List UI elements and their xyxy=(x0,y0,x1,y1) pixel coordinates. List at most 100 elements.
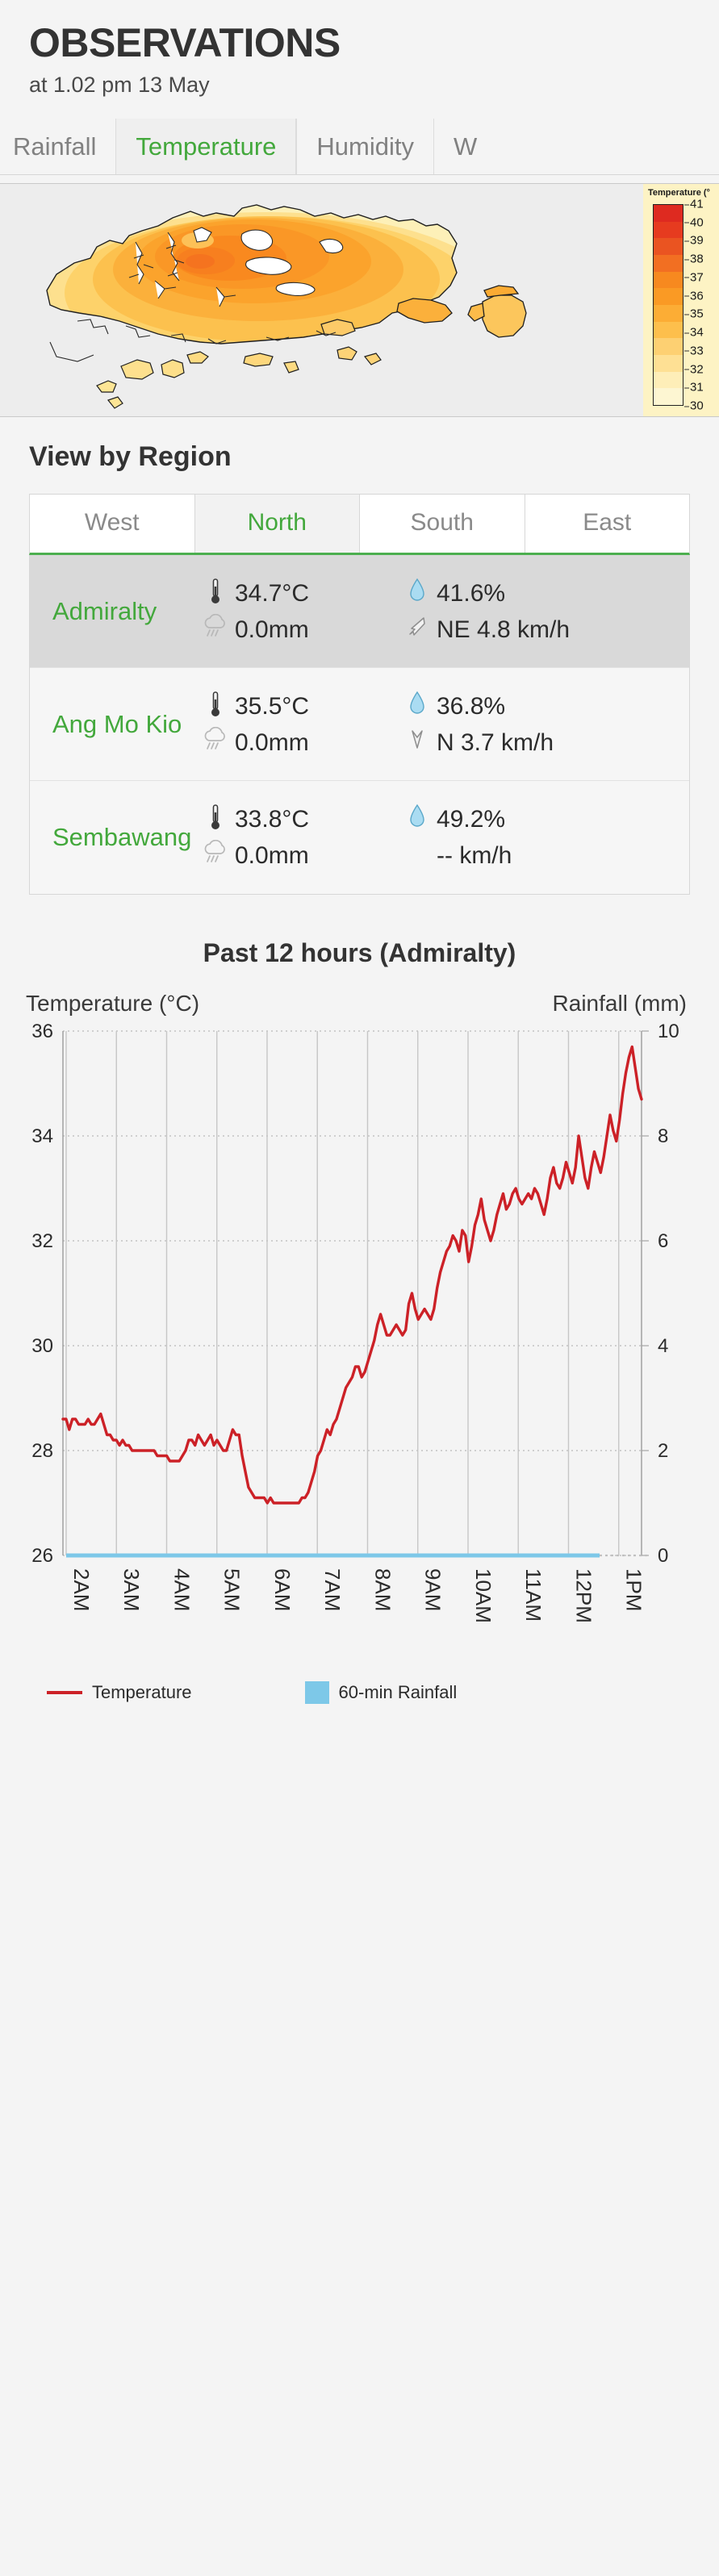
right-axis-caption: Rainfall (mm) xyxy=(552,991,687,1016)
chart-svg: 26 28 30 32 34 36 0 2 4 6 8 10 2AM 3AM 4AM 5AM 6AM 7AM 8AM… xyxy=(8,1021,711,1660)
humidity-value: 36.8% xyxy=(437,692,506,720)
legend-tick-labels: 41 40 39 38 37 36 35 34 33 32 31 30 xyxy=(684,198,719,413)
legend-item-temperature[interactable]: Temperature xyxy=(47,1682,192,1703)
rainfall-value: 0.0mm xyxy=(235,842,309,869)
rainfall-bar-swatch xyxy=(304,1681,329,1704)
temperature-map-panel[interactable]: Temperature (° 41 40 39 38 37 36 35 34 33 32 31 30 xyxy=(0,183,719,417)
region-tab-north[interactable]: North xyxy=(194,495,359,553)
temperature-rainfall-column: 33.8°C 0.0mm xyxy=(199,804,401,870)
wind-metric: NE 4.8 km/h xyxy=(401,614,603,645)
svg-text:3AM: 3AM xyxy=(119,1568,144,1611)
wind-metric: -- km/h xyxy=(401,840,603,871)
table-row[interactable]: Sembawang 33.8°C 0.0mm 49.2% -- km/h xyxy=(30,781,689,894)
tab-wind[interactable]: W xyxy=(433,119,496,174)
humidity-value: 41.6% xyxy=(437,579,506,607)
page-title: OBSERVATIONS xyxy=(29,20,341,65)
wind-value: N 3.7 km/h xyxy=(437,729,554,756)
station-name[interactable]: Sembawang xyxy=(38,821,199,854)
svg-text:6: 6 xyxy=(658,1230,668,1252)
wind-direction-arrow-icon xyxy=(401,614,433,638)
temperature-rainfall-column: 35.5°C 0.0mm xyxy=(199,691,401,758)
svg-text:12PM: 12PM xyxy=(571,1568,596,1623)
temperature-rainfall-column: 34.7°C 0.0mm xyxy=(199,578,401,645)
svg-text:2: 2 xyxy=(658,1440,668,1462)
svg-text:8AM: 8AM xyxy=(370,1568,395,1611)
table-row[interactable]: Admiralty 34.7°C 0.0mm 41.6% NE 4.8 km/h xyxy=(30,555,689,668)
svg-text:6AM: 6AM xyxy=(270,1568,295,1611)
humidity-metric: 49.2% xyxy=(401,804,603,835)
legend-label-rainfall: 60-min Rainfall xyxy=(338,1682,458,1702)
wind-direction-arrow-icon xyxy=(401,727,433,751)
plot-area[interactable]: 26 28 30 32 34 36 0 2 4 6 8 10 2AM 3AM 4AM 5AM 6AM 7AM 8AM… xyxy=(8,1021,711,1660)
observation-timestamp: at 1.02 pm 13 May xyxy=(29,73,210,97)
rain-cloud-icon xyxy=(199,840,232,864)
temperature-metric: 35.5°C xyxy=(199,691,401,722)
region-tab-east[interactable]: East xyxy=(524,495,690,553)
station-name[interactable]: Ang Mo Kio xyxy=(38,708,199,741)
parameter-tab-bar: Rainfall Temperature Humidity W xyxy=(0,119,719,175)
svg-text:28: 28 xyxy=(31,1440,53,1462)
legend-gradient-bar xyxy=(653,204,683,406)
tab-rainfall[interactable]: Rainfall xyxy=(0,119,115,174)
svg-text:30: 30 xyxy=(31,1335,53,1357)
svg-text:2AM: 2AM xyxy=(69,1568,94,1611)
temperature-line-swatch xyxy=(47,1691,82,1694)
table-row[interactable]: Ang Mo Kio 35.5°C 0.0mm 36.8% N 3.7 km/h xyxy=(30,668,689,781)
temperature-value: 33.8°C xyxy=(235,806,310,833)
svg-text:10AM: 10AM xyxy=(471,1568,495,1623)
temperature-metric: 34.7°C xyxy=(199,578,401,609)
svg-text:7AM: 7AM xyxy=(320,1568,345,1611)
humidity-wind-column: 49.2% -- km/h xyxy=(401,804,603,870)
thermometer-icon xyxy=(199,578,232,605)
rainfall-metric: 0.0mm xyxy=(199,613,401,645)
axis-captions: Temperature (°C) Rainfall (mm) xyxy=(8,968,711,1017)
page-header: OBSERVATIONS at 1.02 pm 13 May xyxy=(0,0,719,98)
region-tab-south[interactable]: South xyxy=(359,495,525,553)
rainfall-value: 0.0mm xyxy=(235,616,309,643)
thermometer-icon xyxy=(199,804,232,831)
chart-title: Past 12 hours (Admiralty) xyxy=(203,938,516,967)
wind-value: NE 4.8 km/h xyxy=(437,616,571,643)
region-tab-west[interactable]: West xyxy=(30,495,194,553)
region-tab-bar: West North South East xyxy=(29,494,690,555)
svg-text:4AM: 4AM xyxy=(169,1568,194,1611)
svg-text:4: 4 xyxy=(658,1335,668,1357)
humidity-value: 49.2% xyxy=(437,806,506,833)
rain-cloud-icon xyxy=(199,726,232,751)
singapore-temperature-map xyxy=(0,184,646,416)
svg-text:34: 34 xyxy=(31,1125,53,1147)
svg-text:11AM: 11AM xyxy=(521,1568,546,1622)
humidity-metric: 36.8% xyxy=(401,691,603,722)
humidity-wind-column: 36.8% N 3.7 km/h xyxy=(401,691,603,758)
left-axis-caption: Temperature (°C) xyxy=(26,991,200,1016)
temperature-value: 35.5°C xyxy=(235,692,310,720)
section-title: View by Region xyxy=(29,441,232,472)
temperature-metric: 33.8°C xyxy=(199,804,401,835)
thermometer-icon xyxy=(199,691,232,718)
svg-text:1PM: 1PM xyxy=(622,1568,646,1611)
legend-title: Temperature (° xyxy=(648,188,710,198)
tab-temperature[interactable]: Temperature xyxy=(115,119,297,174)
svg-text:5AM: 5AM xyxy=(220,1568,245,1611)
svg-text:0: 0 xyxy=(658,1545,668,1567)
water-droplet-icon xyxy=(401,691,433,716)
water-droplet-icon xyxy=(401,578,433,603)
svg-text:8: 8 xyxy=(658,1125,668,1147)
wind-metric: N 3.7 km/h xyxy=(401,727,603,758)
past-12-hours-chart: Past 12 hours (Admiralty) Temperature (°… xyxy=(0,938,719,1704)
svg-text:9AM: 9AM xyxy=(421,1568,445,1611)
water-droplet-icon xyxy=(401,804,433,829)
legend-item-rainfall[interactable]: 60-min Rainfall xyxy=(304,1681,458,1704)
tab-humidity[interactable]: Humidity xyxy=(296,119,433,174)
svg-text:26: 26 xyxy=(31,1545,53,1567)
humidity-metric: 41.6% xyxy=(401,578,603,609)
map-color-legend: Temperature (° 41 40 39 38 37 36 35 34 33 32 31 30 xyxy=(643,184,719,416)
wind-value: -- km/h xyxy=(437,842,512,869)
station-observations-table: Admiralty 34.7°C 0.0mm 41.6% NE 4.8 km/h… xyxy=(29,555,690,895)
rainfall-metric: 0.0mm xyxy=(199,726,401,758)
rainfall-metric: 0.0mm xyxy=(199,840,401,871)
svg-text:10: 10 xyxy=(658,1023,679,1042)
station-name[interactable]: Admiralty xyxy=(38,595,199,628)
view-by-region-section: View by Region West North South East Adm… xyxy=(0,417,719,895)
rainfall-value: 0.0mm xyxy=(235,729,309,756)
